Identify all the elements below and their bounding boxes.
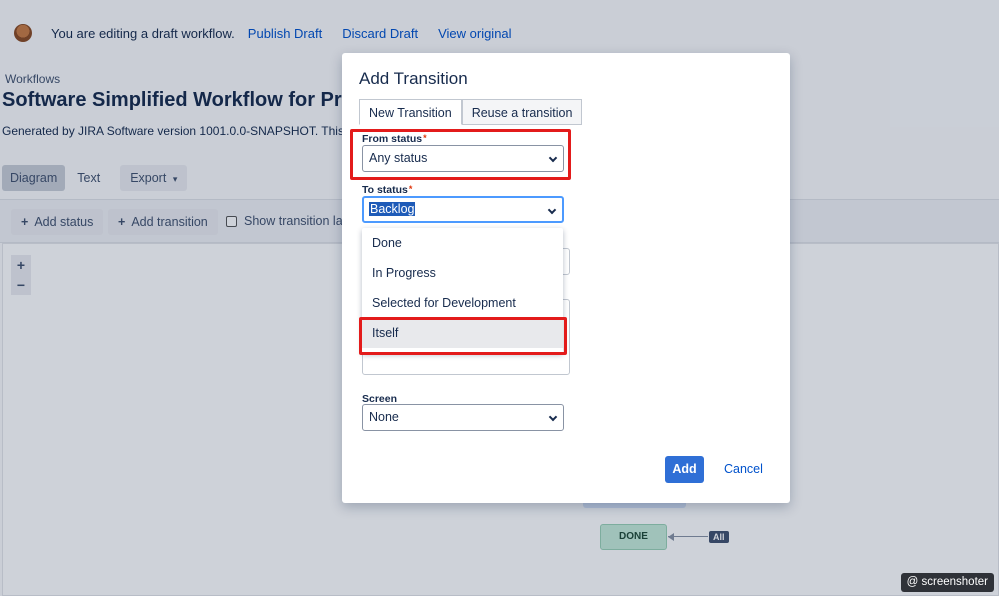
option-done[interactable]: Done	[362, 228, 563, 258]
chevron-down-icon	[547, 205, 557, 215]
to-status-label-text: To status	[362, 184, 408, 196]
watermark: @ screenshoter	[900, 573, 994, 592]
add-button[interactable]: Add	[665, 456, 704, 483]
screen-value: None	[369, 410, 399, 424]
to-status-label: To status*	[362, 184, 412, 196]
screen-select[interactable]: None	[362, 404, 564, 431]
dialog-title: Add Transition	[359, 69, 468, 88]
cancel-link[interactable]: Cancel	[724, 462, 763, 476]
tab-reuse-transition[interactable]: Reuse a transition	[461, 99, 583, 125]
option-selected-for-development[interactable]: Selected for Development	[362, 288, 563, 318]
tab-new-transition[interactable]: New Transition	[359, 99, 462, 125]
required-marker: *	[408, 184, 413, 194]
option-in-progress[interactable]: In Progress	[362, 258, 563, 288]
add-transition-dialog: Add Transition New Transition Reuse a tr…	[342, 53, 790, 503]
highlight-from-status	[350, 129, 571, 180]
highlight-itself-option	[359, 317, 567, 355]
chevron-down-icon	[548, 412, 558, 422]
dialog-tabs: New Transition Reuse a transition	[359, 99, 583, 125]
to-status-select[interactable]: Backlog	[362, 196, 564, 223]
to-status-value: Backlog	[369, 202, 416, 216]
